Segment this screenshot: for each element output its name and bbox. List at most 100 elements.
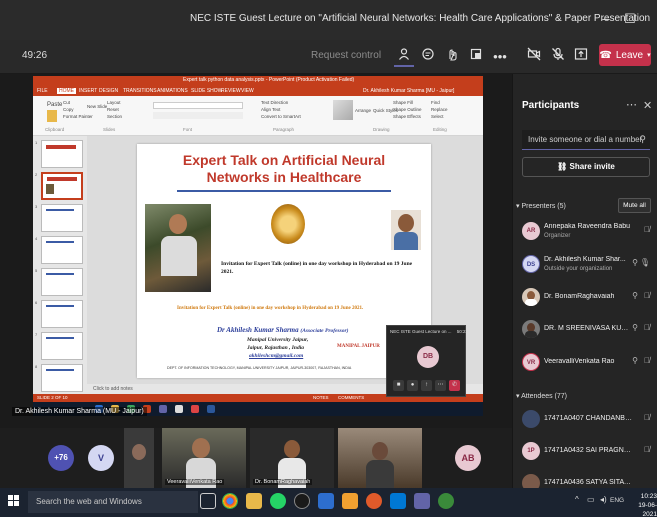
participant-row[interactable]: VR VeeravalliVenkata Rao ⚲ 🎙̸ (520, 351, 654, 377)
ppt-tab[interactable]: ANIMATIONS (157, 88, 188, 94)
participants-icon[interactable] (394, 47, 414, 67)
ppt-tab[interactable]: TRANSITIONS (123, 88, 157, 94)
font-name-box[interactable] (153, 102, 243, 109)
invite-search-input[interactable]: Invite someone or dial a number ⚲ (522, 130, 650, 150)
participant-video-tile[interactable] (338, 428, 422, 488)
app-icon[interactable] (294, 493, 310, 509)
participant-video-tile[interactable] (124, 428, 154, 488)
minimize-button[interactable]: – (596, 10, 616, 28)
camera-off-icon[interactable] (524, 47, 544, 67)
participant-row[interactable]: AR Annepaka Raveendra Babu Organizer 🎙̸ (520, 220, 654, 246)
share-invite-button[interactable]: ⛓ Share invite (522, 157, 650, 177)
ppt-select[interactable]: Select (431, 114, 444, 119)
request-control-button[interactable]: Request control (311, 50, 381, 61)
ppt-reset[interactable]: Reset (107, 107, 119, 112)
ppt-section[interactable]: Section (107, 114, 122, 119)
pin-icon[interactable]: ⚲ (632, 291, 638, 300)
tray-chevron-icon[interactable]: ^ (575, 495, 579, 504)
outlook-icon[interactable] (390, 493, 406, 509)
task-view-icon[interactable] (200, 493, 216, 509)
attendees-section-header[interactable]: ▾ Attendees (77) (516, 392, 567, 400)
ppt-comments-toggle[interactable]: COMMENTS (338, 395, 364, 400)
slide-thumbnail[interactable] (41, 140, 83, 168)
slide-thumbnail[interactable] (41, 332, 83, 360)
ppt-align-text[interactable]: Align Text (261, 107, 280, 112)
slide-thumbnail[interactable] (41, 236, 83, 264)
slide-thumbnail-selected[interactable] (41, 172, 83, 200)
ppt-shape-outline[interactable]: Shape Outline (393, 107, 422, 112)
more-participants-badge[interactable]: +76 (48, 445, 74, 471)
participant-row[interactable]: 17471A0436 SATYA SITA RAM... (520, 472, 654, 488)
mini-camera-icon[interactable]: ■ (393, 380, 404, 391)
app-icon[interactable] (438, 493, 454, 509)
ppt-layout[interactable]: Layout (107, 100, 121, 105)
network-icon[interactable]: ▭ (587, 495, 595, 504)
vlc-icon[interactable] (342, 493, 358, 509)
mute-all-button[interactable]: Mute all (618, 198, 651, 213)
mini-share-icon[interactable]: ↑ (421, 380, 432, 391)
taskbar-clock[interactable]: 10:23 19-06-2021 (626, 492, 657, 517)
teams-icon[interactable] (414, 493, 430, 509)
mini-more-icon[interactable]: ⋯ (435, 380, 446, 391)
participant-row[interactable]: DR. M SREENIVASA KUM... ⚲ 🎙̸ (520, 318, 654, 344)
ppt-new-slide[interactable]: New Slide (87, 104, 107, 109)
ppt-tab[interactable]: FILE (37, 88, 48, 94)
pin-icon[interactable]: ⚲ (632, 258, 638, 267)
mini-mic-icon[interactable]: ● (407, 380, 418, 391)
ppt-shape-fill[interactable]: Shape Fill (393, 100, 413, 105)
participant-video-tile[interactable]: VeeravalliVenkata Rao (162, 428, 246, 488)
ppt-tab[interactable]: DESIGN (99, 88, 118, 94)
more-icon[interactable]: ••• (490, 47, 510, 67)
participant-row[interactable]: 17471A0407 CHANDANBATT... 🎙̸ (520, 408, 654, 434)
share-icon[interactable] (571, 47, 591, 67)
ppt-smartart[interactable]: Convert to SmartArt (261, 114, 301, 119)
app-icon[interactable] (318, 493, 334, 509)
participant-row[interactable]: Dr. BonamRaghavaiah ⚲ 🎙̸ (520, 286, 654, 312)
ppt-tab-home[interactable]: HOME (57, 88, 76, 94)
mini-hangup-icon[interactable]: ✆ (449, 380, 460, 391)
volume-icon[interactable]: ◂) (600, 495, 607, 504)
mini-meeting-window[interactable]: NEC ISTE Guest Lecture on ... 50:22 DB ■… (386, 325, 468, 397)
ppt-shape-effects[interactable]: Shape Effects (393, 114, 421, 119)
language-indicator[interactable]: ENG (610, 497, 624, 504)
slide-thumbnail[interactable] (41, 364, 83, 392)
file-explorer-icon[interactable] (246, 493, 262, 509)
presenters-section-header[interactable]: ▾ Presenters (5) (516, 202, 566, 210)
ppt-copy[interactable]: Copy (63, 107, 74, 112)
ppt-tab[interactable]: REVIEW (221, 88, 241, 94)
ppt-tab[interactable]: VIEW (241, 88, 254, 94)
chat-icon[interactable] (418, 47, 438, 67)
slide-thumbnail[interactable] (41, 300, 83, 328)
ppt-text-direction[interactable]: Text Direction (261, 100, 288, 105)
whatsapp-icon[interactable] (270, 493, 286, 509)
ppt-arrange[interactable]: Arrange (355, 108, 371, 113)
participant-avatar[interactable]: V (88, 445, 114, 471)
windows-start-icon[interactable] (8, 495, 20, 507)
ppt-tab[interactable]: SLIDE SHOW (191, 88, 222, 94)
maximize-button[interactable]: ☐ (620, 10, 640, 28)
chrome-icon[interactable] (222, 493, 238, 509)
ppt-notes-toggle[interactable]: NOTES (313, 395, 329, 400)
slide-thumbnail[interactable] (41, 268, 83, 296)
ppt-paste[interactable]: Paste (47, 102, 62, 108)
ppt-find[interactable]: Find (431, 100, 440, 105)
ppt-cut[interactable]: Cut (63, 100, 70, 105)
reactions-icon[interactable] (442, 47, 462, 67)
shapes-gallery[interactable] (333, 100, 353, 120)
participant-row[interactable]: DS Dr. Akhilesh Kumar Shar... Outside yo… (520, 253, 654, 279)
windows-search-box[interactable]: Search the web and Windows (28, 491, 198, 513)
mic-off-icon[interactable] (548, 47, 568, 67)
participant-row[interactable]: 1P 17471A0432 SAI PRAGNACH... 🎙̸ (520, 440, 654, 466)
participant-video-tile[interactable]: Dr. BonamRaghavaiah (250, 428, 334, 488)
pin-icon[interactable]: ⚲ (632, 323, 638, 332)
panel-more-icon[interactable]: ⋯ (626, 98, 637, 111)
firefox-icon[interactable] (366, 493, 382, 509)
panel-close-icon[interactable]: ✕ (643, 99, 652, 112)
participant-avatar[interactable]: AB (455, 445, 481, 471)
pin-icon[interactable]: ⚲ (632, 356, 638, 365)
leave-button[interactable]: ☎ Leave ▾ (599, 44, 651, 66)
ppt-format-painter[interactable]: Format Painter (63, 114, 93, 119)
ppt-replace[interactable]: Replace (431, 107, 448, 112)
slide-thumbnail[interactable] (41, 204, 83, 232)
rooms-icon[interactable] (466, 47, 486, 67)
